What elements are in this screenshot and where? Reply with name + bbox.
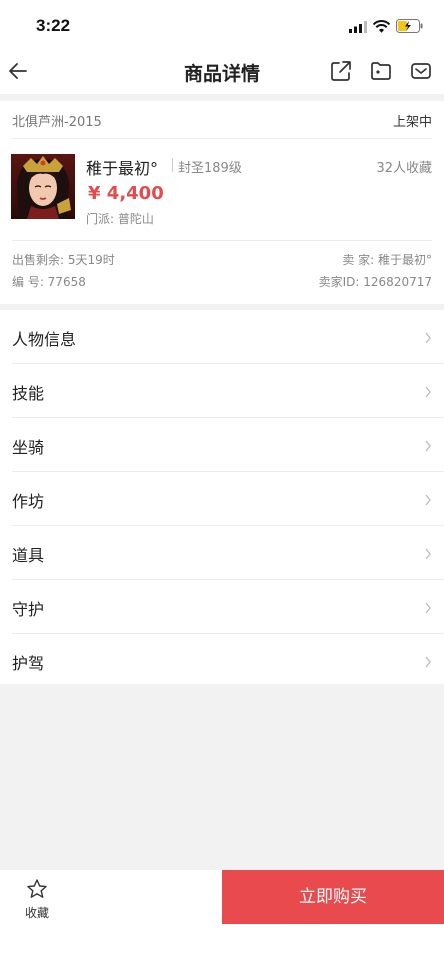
menu-item-label: 护驾 (12, 654, 45, 673)
chevron-right-icon (424, 330, 432, 344)
chevron-right-icon (424, 600, 432, 614)
sect-label: 门派: 普陀山 (86, 212, 154, 226)
status-icons (349, 18, 424, 37)
menu-item-mounts[interactable]: 坐骑 (0, 418, 444, 472)
server-name: 北俱芦洲-2015 (12, 115, 102, 130)
signal-icon (349, 18, 367, 37)
folder-icon[interactable] (370, 60, 392, 82)
price: ¥ 4,400 (88, 183, 164, 204)
seller-name: 卖 家: 稚于最初° (342, 253, 432, 267)
menu-item-label: 道具 (12, 546, 45, 565)
menu-item-label: 作坊 (12, 492, 45, 511)
listing-header: 北俱芦洲-2015 上架中 (12, 101, 432, 139)
chevron-right-icon (424, 546, 432, 560)
favorite-count: 32人收藏 (376, 161, 432, 176)
chevron-right-icon (424, 492, 432, 506)
wifi-icon (372, 18, 391, 37)
favorite-label: 收藏 (24, 906, 49, 920)
divider (172, 158, 173, 172)
item-number: 编 号: 77658 (12, 275, 86, 289)
status-time: 3:22 (36, 16, 71, 35)
battery-icon (396, 18, 424, 37)
menu-item-label: 技能 (12, 384, 45, 403)
mail-icon[interactable] (410, 60, 432, 82)
menu-item-skills[interactable]: 技能 (0, 364, 444, 418)
menu-item-guardian[interactable]: 守护 (0, 580, 444, 634)
listing-card: 北俱芦洲-2015 上架中 稚于最初° 封圣189级 32人收藏 ¥ 4,400… (0, 101, 444, 304)
menu-item-label: 守护 (12, 600, 45, 619)
role-name: 稚于最初° (86, 159, 159, 178)
menu-item-label: 人物信息 (12, 330, 77, 349)
menu-item-escort[interactable]: 护驾 (0, 634, 444, 688)
nav-actions (330, 60, 432, 82)
time-remaining: 出售剩余: 5天19时 (12, 253, 115, 267)
menu-item-role-info[interactable]: 人物信息 (0, 310, 444, 364)
menu-item-workshop[interactable]: 作坊 (0, 472, 444, 526)
favorite-button[interactable]: 收藏 (0, 870, 74, 924)
nav-bar: 商品详情 (0, 48, 444, 94)
status-badge: 上架中 (392, 115, 432, 130)
bottom-bar: 收藏 立即购买 (0, 870, 444, 960)
chevron-right-icon (424, 438, 432, 452)
detail-menu: 人物信息 技能 坐骑 作坊 道具 守护 护驾 (0, 310, 444, 684)
divider (12, 240, 432, 241)
star-icon (26, 878, 48, 900)
share-icon[interactable] (330, 60, 352, 82)
seller-id: 卖家ID: 126820717 (318, 275, 432, 289)
status-bar: 3:22 (0, 0, 444, 48)
chevron-right-icon (424, 654, 432, 668)
menu-item-items[interactable]: 道具 (0, 526, 444, 580)
avatar (11, 154, 75, 219)
role-level: 封圣189级 (178, 161, 242, 176)
buy-now-button[interactable]: 立即购买 (222, 870, 444, 924)
chevron-right-icon (424, 384, 432, 398)
menu-item-label: 坐骑 (12, 438, 45, 457)
